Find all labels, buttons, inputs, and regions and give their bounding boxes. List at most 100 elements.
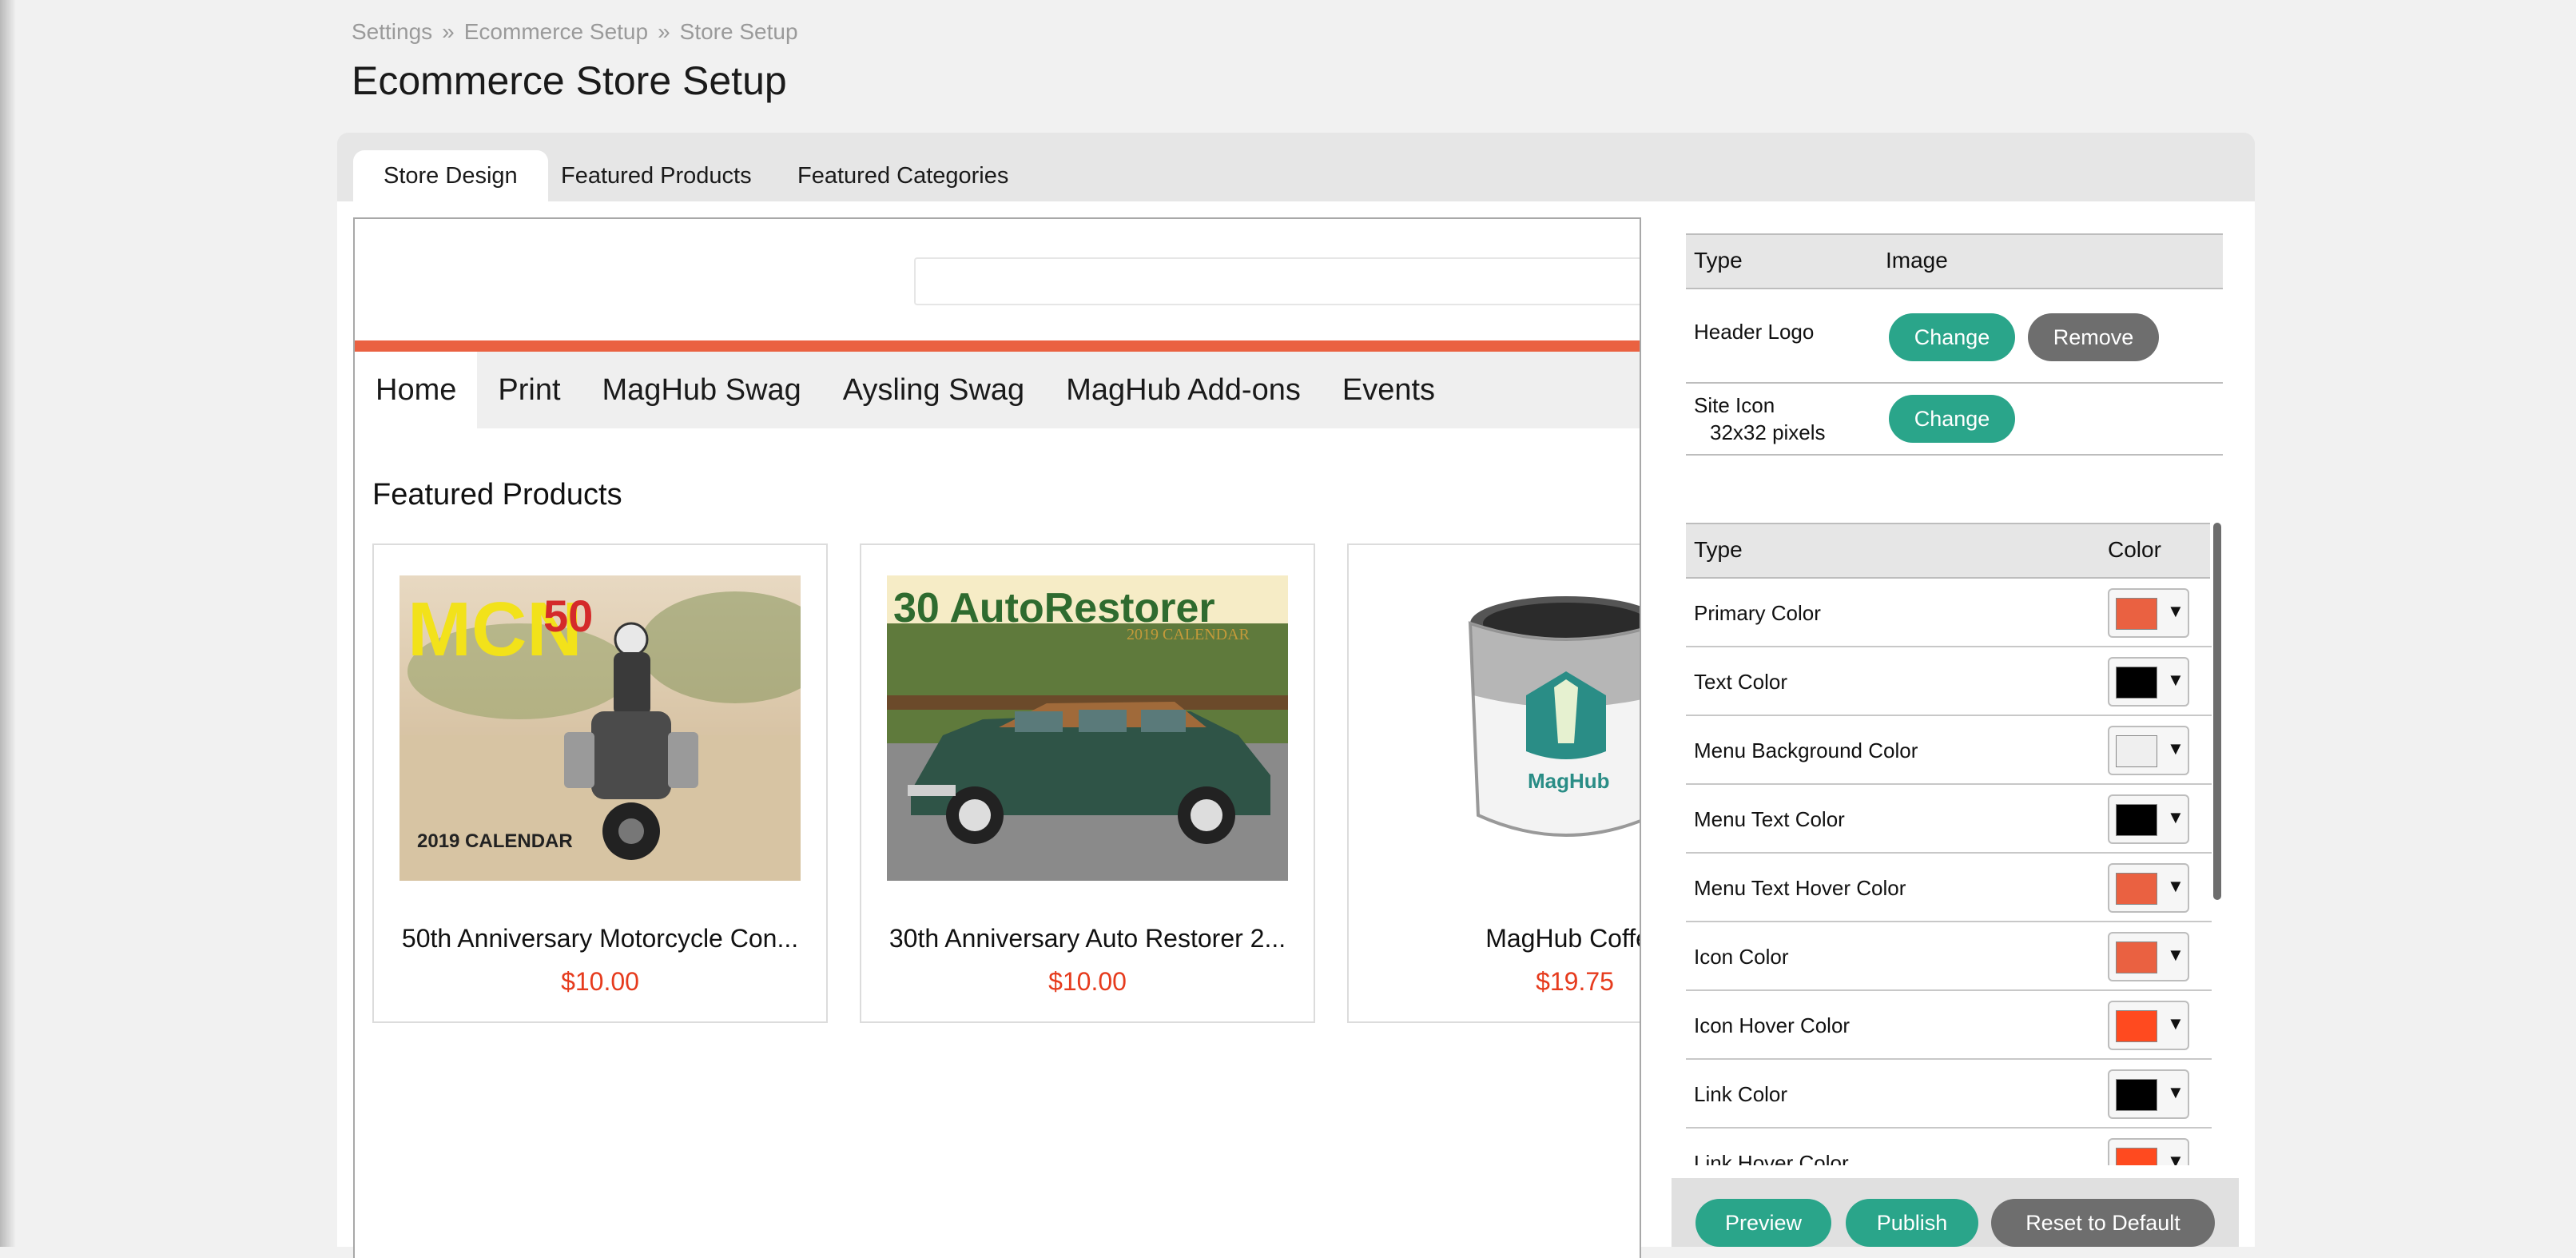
preview-nav-menu: Home Print MagHub Swag Aysling Swag MagH… <box>355 352 1640 428</box>
preview-button[interactable]: Preview <box>1695 1199 1831 1247</box>
dropdown-arrow-icon: ▼ <box>2167 807 2184 827</box>
header-type: Type <box>1694 248 1743 273</box>
color-picker[interactable]: ▼ <box>2108 1001 2189 1050</box>
nav-item-events[interactable]: Events <box>1322 352 1456 428</box>
color-picker[interactable]: ▼ <box>2108 1138 2189 1165</box>
window-edge-shadow <box>0 0 16 1247</box>
tab-store-design[interactable]: Store Design <box>353 150 548 201</box>
color-picker[interactable]: ▼ <box>2108 794 2189 844</box>
color-picker[interactable]: ▼ <box>2108 588 2189 638</box>
store-preview: Home Print MagHub Swag Aysling Swag MagH… <box>353 217 1641 1258</box>
color-swatch <box>2116 873 2157 905</box>
color-settings-table: Type Color Primary Color ▼ Text Color ▼ Menu… <box>1686 523 2223 1165</box>
color-swatch <box>2116 1010 2157 1042</box>
color-picker[interactable]: ▼ <box>2108 863 2189 913</box>
nav-item-print[interactable]: Print <box>477 352 581 428</box>
color-label: Menu Text Color <box>1694 807 1845 831</box>
color-row: Icon Hover Color ▼ <box>1686 991 2212 1060</box>
tab-bar: Store Design Featured Products Featured … <box>337 133 2255 201</box>
dropdown-arrow-icon: ▼ <box>2167 1151 2184 1165</box>
dropdown-arrow-icon: ▼ <box>2167 601 2184 621</box>
product-image: MCN 50 2019 CALENDAR <box>400 575 801 881</box>
svg-text:50: 50 <box>543 591 593 641</box>
dropdown-arrow-icon: ▼ <box>2167 945 2184 965</box>
color-picker[interactable]: ▼ <box>2108 726 2189 775</box>
nav-item-maghub-swag[interactable]: MagHub Swag <box>582 352 822 428</box>
product-image: 30 AutoRestorer 2019 CALENDAR <box>887 575 1288 881</box>
color-row: Text Color ▼ <box>1686 647 2212 716</box>
color-label: Link Hover Color <box>1694 1151 1849 1165</box>
featured-products-heading: Featured Products <box>372 478 622 512</box>
color-label: Menu Text Hover Color <box>1694 876 1906 900</box>
nav-item-home[interactable]: Home <box>355 352 478 428</box>
product-card[interactable]: MCN 50 2019 CALENDAR 50th Anniversary Mo… <box>372 543 828 1023</box>
breadcrumb-ecommerce-setup[interactable]: Ecommerce Setup <box>464 19 648 45</box>
tab-featured-products[interactable]: Featured Products <box>561 150 752 201</box>
color-label: Primary Color <box>1694 601 1821 625</box>
change-site-icon-button[interactable]: Change <box>1889 395 2015 443</box>
reset-to-default-button[interactable]: Reset to Default <box>1991 1199 2215 1247</box>
color-row: Link Hover Color ▼ <box>1686 1129 2212 1165</box>
color-label: Menu Background Color <box>1694 738 1918 762</box>
svg-text:30 AutoRestorer: 30 AutoRestorer <box>893 585 1215 631</box>
color-label: Link Color <box>1694 1082 1788 1106</box>
product-image: MagHub <box>1374 575 1640 881</box>
color-table-header: Type Color <box>1686 523 2210 579</box>
product-name[interactable]: 50th Anniversary Motorcycle Con... <box>374 924 826 953</box>
dropdown-arrow-icon: ▼ <box>2167 670 2184 690</box>
color-row: Link Color ▼ <box>1686 1060 2212 1129</box>
color-picker[interactable]: ▼ <box>2108 657 2189 707</box>
header-type: Type <box>1694 537 1743 562</box>
color-label: Text Color <box>1694 670 1788 694</box>
product-card[interactable]: 30 AutoRestorer 2019 CALENDAR 30th Anniv… <box>860 543 1315 1023</box>
site-icon-size-hint: 32x32 pixels <box>1710 420 1826 444</box>
site-icon-label: Site Icon <box>1694 393 1775 417</box>
color-row: Primary Color ▼ <box>1686 579 2212 647</box>
tab-featured-categories[interactable]: Featured Categories <box>797 150 1008 201</box>
color-swatch <box>2116 1148 2157 1165</box>
color-swatch <box>2116 735 2157 767</box>
remove-header-logo-button[interactable]: Remove <box>2028 313 2159 361</box>
product-price: $10.00 <box>561 967 639 996</box>
nav-item-maghub-add-ons[interactable]: MagHub Add-ons <box>1045 352 1322 428</box>
color-row: Icon Color ▼ <box>1686 922 2212 991</box>
product-name[interactable]: 30th Anniversary Auto Restorer 2... <box>861 924 1314 953</box>
dropdown-arrow-icon: ▼ <box>2167 1013 2184 1033</box>
breadcrumb-settings[interactable]: Settings <box>352 19 432 45</box>
image-settings-table: Type Image Header Logo Change Remove Sit… <box>1686 233 2223 456</box>
dropdown-arrow-icon: ▼ <box>2167 876 2184 896</box>
dropdown-arrow-icon: ▼ <box>2167 738 2184 758</box>
publish-button[interactable]: Publish <box>1846 1199 1978 1247</box>
breadcrumb-store-setup: Store Setup <box>679 19 798 44</box>
image-table-header: Type Image <box>1686 233 2223 289</box>
color-row: Menu Background Color ▼ <box>1686 716 2212 785</box>
header-logo-label: Header Logo <box>1694 320 1815 344</box>
preview-search-input[interactable] <box>914 257 1640 305</box>
color-row: Menu Text Color ▼ <box>1686 785 2212 854</box>
product-price: $10.00 <box>1048 967 1127 996</box>
color-swatch <box>2116 598 2157 630</box>
color-row: Menu Text Hover Color ▼ <box>1686 854 2212 922</box>
header-color: Color <box>2108 537 2161 562</box>
svg-text:MagHub: MagHub <box>1528 769 1610 793</box>
image-row-header-logo: Header Logo Change Remove <box>1686 289 2223 384</box>
product-card[interactable]: MagHub MagHub Coffee $19.75 <box>1347 543 1640 1023</box>
color-rows: Primary Color ▼ Text Color ▼ Menu Background… <box>1686 579 2223 1165</box>
image-row-site-icon: Site Icon 32x32 pixels Change <box>1686 384 2223 456</box>
dropdown-arrow-icon: ▼ <box>2167 1082 2184 1102</box>
change-header-logo-button[interactable]: Change <box>1889 313 2015 361</box>
color-picker[interactable]: ▼ <box>2108 932 2189 981</box>
color-picker[interactable]: ▼ <box>2108 1069 2189 1119</box>
color-panel-scrollbar[interactable] <box>2213 523 2221 900</box>
action-bar: Preview Publish Reset to Default <box>1672 1178 2239 1247</box>
product-name[interactable]: MagHub Coffee <box>1349 924 1640 953</box>
breadcrumb-separator: » <box>658 19 670 44</box>
svg-text:2019 CALENDAR: 2019 CALENDAR <box>417 830 573 852</box>
product-price: $19.75 <box>1536 967 1614 996</box>
color-swatch <box>2116 667 2157 699</box>
color-swatch <box>2116 804 2157 836</box>
nav-item-aysling-swag[interactable]: Aysling Swag <box>822 352 1045 428</box>
breadcrumb-separator: » <box>442 19 455 44</box>
header-image: Image <box>1886 248 1948 273</box>
color-label: Icon Color <box>1694 945 1789 969</box>
